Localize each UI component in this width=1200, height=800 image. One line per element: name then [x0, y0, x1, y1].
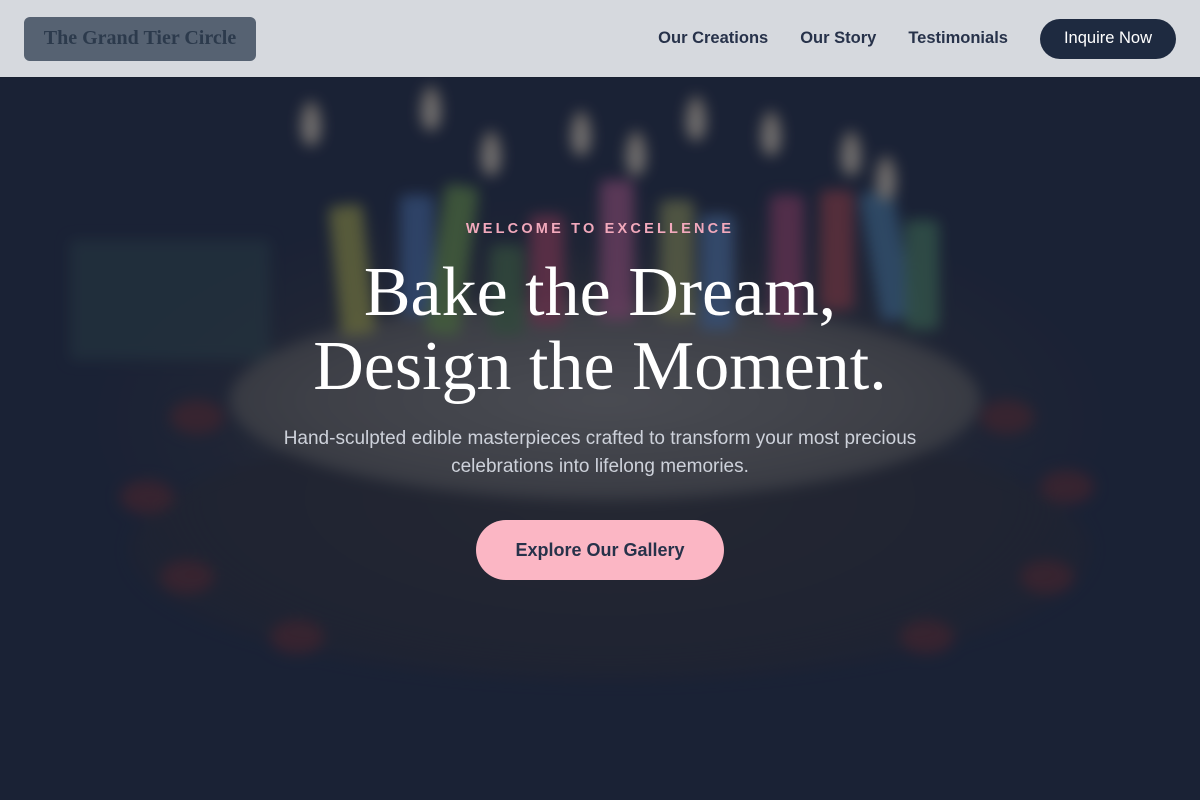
- hero-headline: Bake the Dream, Design the Moment.: [0, 256, 1200, 404]
- inquire-now-button[interactable]: Inquire Now: [1039, 18, 1176, 59]
- brand-logo[interactable]: The Grand Tier Circle: [24, 16, 256, 61]
- explore-gallery-button[interactable]: Explore Our Gallery: [476, 520, 724, 580]
- hero-content: WELCOME TO EXCELLENCE Bake the Dream, De…: [0, 0, 1200, 800]
- nav-link-testimonials[interactable]: Testimonials: [908, 29, 1008, 48]
- headline-line-2: Design the Moment.: [313, 328, 887, 405]
- headline-line-1: Bake the Dream,: [363, 254, 837, 331]
- hero-subtitle: Hand-sculpted edible masterpieces crafte…: [283, 428, 917, 477]
- nav-link-our-creations[interactable]: Our Creations: [658, 29, 768, 48]
- nav-link-our-story[interactable]: Our Story: [800, 29, 876, 48]
- top-navbar: The Grand Tier Circle Our Creations Our …: [0, 0, 1200, 77]
- nav-menu: Our Creations Our Story Testimonials Inq…: [658, 18, 1176, 59]
- hero-eyebrow: WELCOME TO EXCELLENCE: [465, 221, 735, 237]
